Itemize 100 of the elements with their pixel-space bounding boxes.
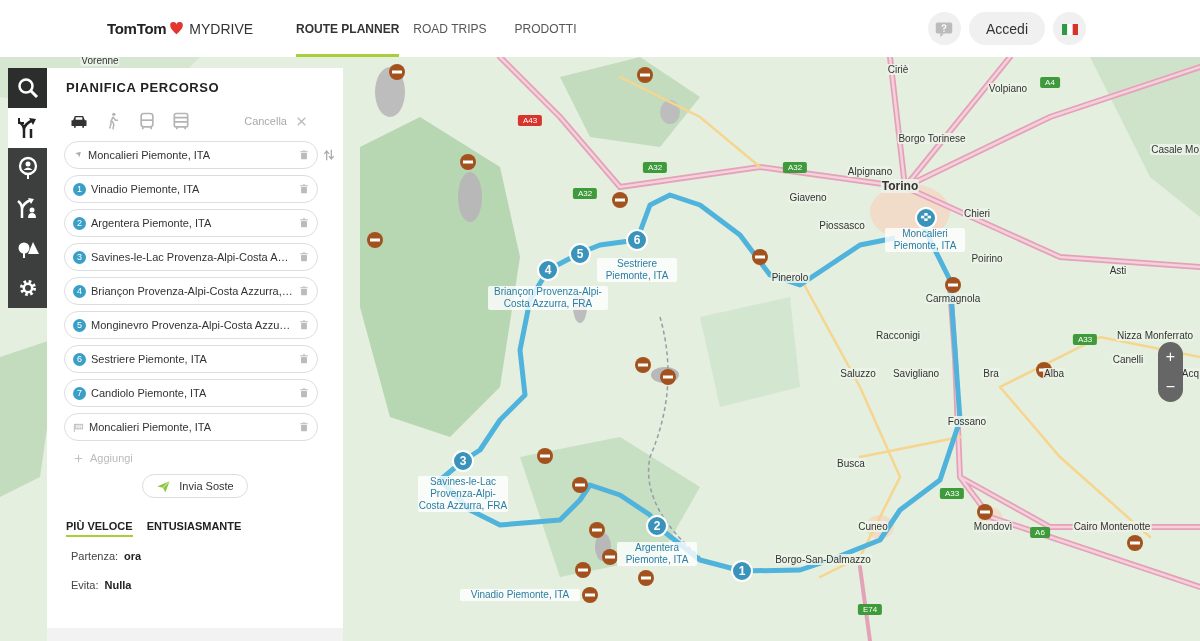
route-label: Argentera Piemonte, ITA [617, 542, 697, 566]
zoom-in-button[interactable]: + [1158, 342, 1183, 372]
place-label: Borgo-San-Dalmazzo [774, 554, 872, 565]
trash-icon [299, 422, 309, 432]
road-closure-icon[interactable] [575, 562, 591, 578]
stop-text: Monginevro Provenza-Alpi-Costa Azzu… [91, 319, 292, 331]
swap-icon [322, 148, 336, 162]
language-button[interactable] [1053, 12, 1086, 45]
road-closure-icon[interactable] [537, 448, 553, 464]
place-label: Vorenne [80, 57, 120, 66]
road-closure-icon[interactable] [589, 522, 605, 538]
option-value[interactable]: Nulla [104, 579, 132, 591]
road-shield: A43 [517, 115, 543, 126]
stop-text: Argentera Piemonte, ITA [91, 217, 213, 229]
heart-icon [169, 21, 185, 36]
route-type-tab[interactable]: PIÙ VELOCE [66, 520, 133, 537]
mountain-area [458, 172, 482, 222]
sidebar-button[interactable] [8, 68, 47, 108]
stop-number: 5 [73, 318, 86, 332]
road-shield: A32 [572, 188, 598, 199]
trash-icon [299, 286, 309, 296]
brand-logo[interactable]: TomTom [107, 20, 167, 37]
stop-text: Briançon Provenza-Alpi-Costa Azzurra,… [91, 285, 294, 297]
place-label: Mondovì [972, 521, 1014, 532]
paper-plane-icon [156, 478, 172, 494]
stop-text: Moncalieri Piemonte, ITA [88, 149, 212, 161]
option-value[interactable]: ora [124, 550, 142, 562]
place-label: Chieri [962, 208, 992, 219]
place-label: Ciriè [886, 64, 910, 75]
road-closure-icon[interactable] [945, 277, 961, 293]
stop-number: 7 [73, 386, 86, 400]
place-label: Nizza Monferrato [1115, 330, 1195, 341]
login-button[interactable]: Accedi [968, 12, 1045, 45]
road-closure-icon[interactable] [635, 357, 651, 373]
nav-link[interactable]: PRODOTTI [500, 3, 591, 57]
panel-title: PIANIFICA PERCORSO [66, 80, 221, 95]
place-label: Cuneo [857, 521, 889, 532]
road-closure-icon[interactable] [460, 154, 476, 170]
road-closure-icon[interactable] [572, 477, 588, 493]
road-closure-icon[interactable] [752, 249, 768, 265]
road-closure-icon[interactable] [367, 232, 383, 248]
place-label: Casale Mo [1150, 144, 1200, 155]
place-label: Saluzzo [839, 368, 877, 379]
product-name: MYDRIVE [189, 20, 254, 37]
place-label: Bra [982, 368, 1000, 379]
place-label: Racconigi [875, 330, 921, 341]
route-type-tab[interactable]: ENTUSIASMANTE [146, 520, 242, 537]
sidebar-button[interactable] [8, 108, 47, 148]
place-label: Piossasco [818, 220, 866, 231]
road-closure-icon[interactable] [637, 67, 653, 83]
road-shield: A32 [642, 162, 668, 173]
route-label: Moncalieri Piemonte, ITA [885, 228, 965, 252]
zoom-out-button[interactable]: − [1158, 372, 1183, 402]
stop-text: Candiolo Piemonte, ITA [91, 387, 208, 399]
place-label: Giaveno [788, 192, 828, 203]
place-label: Poirino [970, 253, 1004, 264]
coach-icon [171, 111, 191, 131]
stop-number: 1 [73, 182, 86, 196]
road-shield: A6 [1030, 527, 1050, 538]
flag-icon [73, 421, 84, 433]
stop-number: 2 [73, 216, 86, 230]
option-label: Partenza: [71, 550, 119, 562]
trash-icon [299, 150, 309, 160]
road-shield: A33 [1072, 334, 1098, 345]
place-label: Fossano [946, 416, 988, 427]
send-label: Invia Soste [179, 480, 234, 492]
stop-text: Moncalieri Piemonte, ITA [89, 421, 213, 433]
road-shield: A32 [782, 162, 808, 173]
bus-icon [137, 111, 157, 131]
search-icon [15, 76, 40, 100]
add-label: Aggiungi [90, 452, 133, 464]
mountain-area [660, 100, 680, 124]
stop-number: 6 [73, 352, 86, 366]
place-label: Alba [1043, 368, 1065, 379]
road-closure-icon[interactable] [660, 369, 676, 385]
route-label: Briançon Provenza-Alpi-Costa Azzurra, FRA [488, 286, 608, 310]
place-label: Canelli [1111, 354, 1145, 365]
place-label: Borgo Torinese [897, 133, 967, 144]
route-label: Sestriere Piemonte, ITA [597, 258, 677, 282]
road-closure-icon[interactable] [612, 192, 628, 208]
road-shield: E74 [857, 604, 883, 615]
option-label: Evita: [71, 579, 99, 591]
road-closure-icon[interactable] [389, 64, 405, 80]
mountain-area [375, 67, 405, 117]
stop-text: Savines-le-Lac Provenza-Alpi-Costa A… [91, 251, 290, 263]
trash-icon [299, 218, 309, 228]
trash-icon [299, 252, 309, 262]
start-arrow-icon [73, 150, 83, 160]
route-label: Vinadio Piemonte, ITA [460, 589, 580, 601]
road-closure-icon[interactable] [1127, 535, 1143, 551]
place-label: Busca [836, 458, 866, 469]
stop-number: 3 [73, 250, 86, 264]
nav-link[interactable]: ROAD TRIPS [399, 3, 501, 57]
stop-number: 4 [73, 284, 86, 298]
road-closure-icon[interactable] [977, 504, 993, 520]
road-closure-icon[interactable] [602, 549, 618, 565]
route-label: Savines-le-Lac Provenza-Alpi-Costa Azzurra, FRA [418, 476, 508, 512]
road-closure-icon[interactable] [638, 570, 654, 586]
road-closure-icon[interactable] [582, 587, 598, 603]
trash-icon [299, 354, 309, 364]
